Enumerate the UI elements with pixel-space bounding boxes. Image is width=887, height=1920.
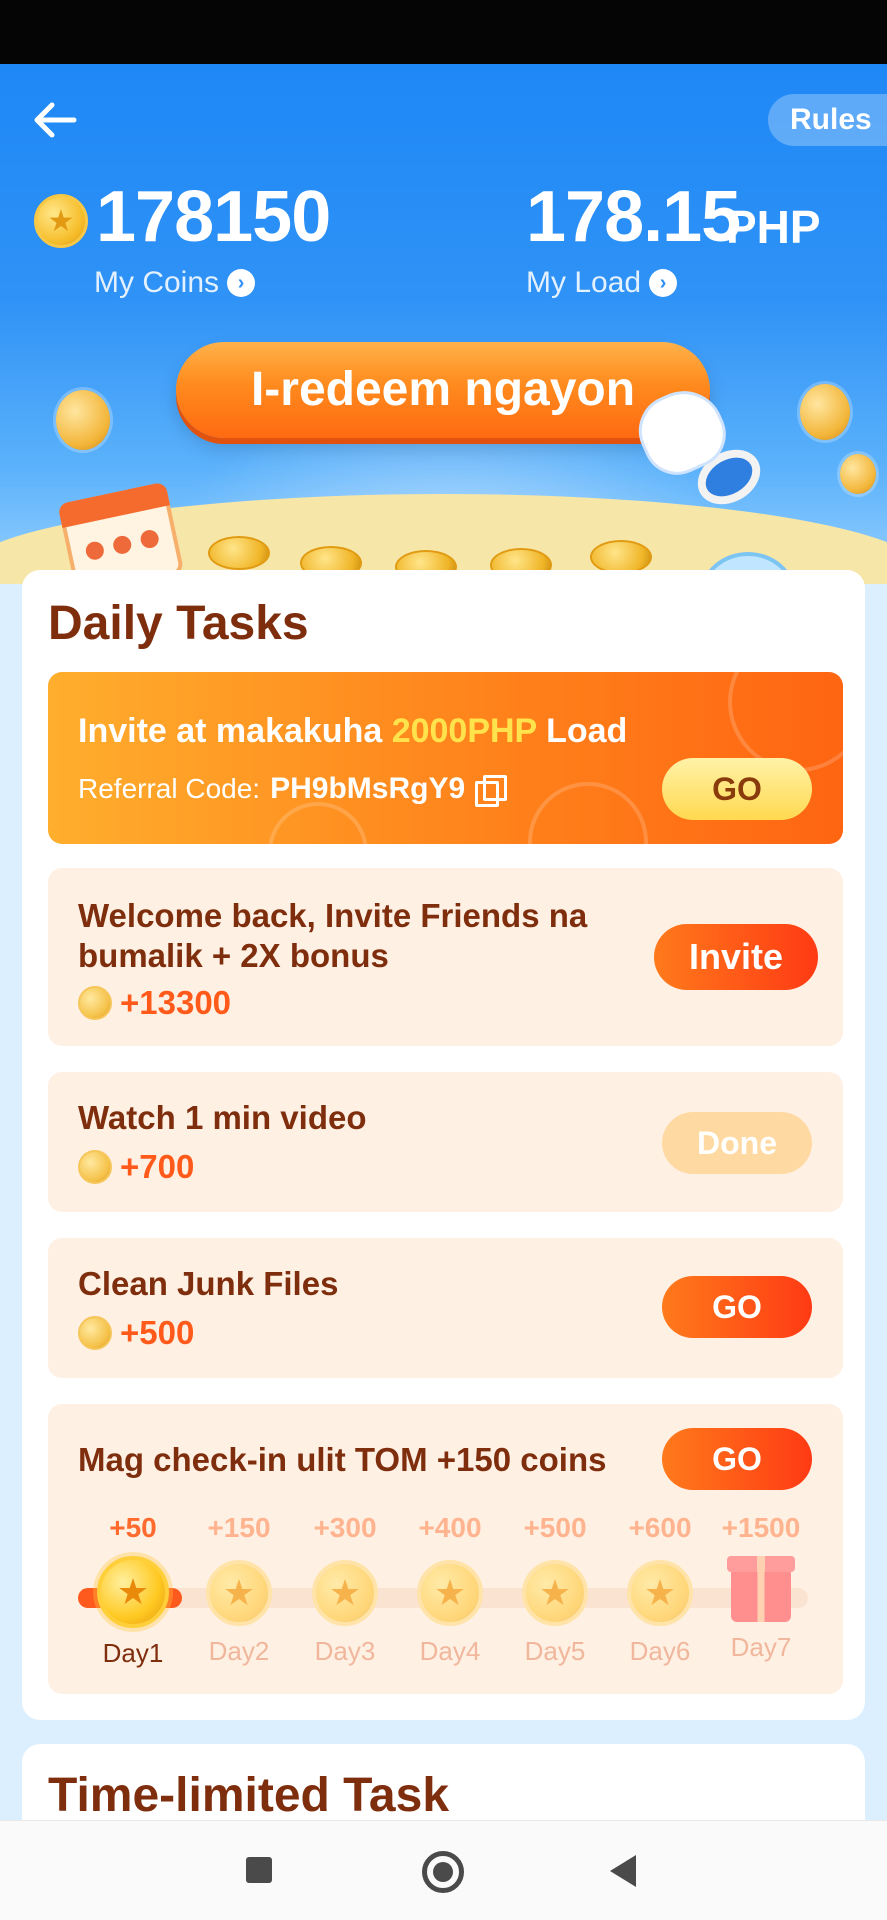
rules-button[interactable]: Rules [768, 94, 887, 146]
clean-junk-go-button[interactable]: GO [662, 1276, 812, 1338]
day-label: Day2 [208, 1636, 270, 1666]
coin-pile-decoration [208, 536, 270, 570]
load-currency: PHP [726, 201, 821, 253]
star-coin-icon: ★ [206, 1560, 272, 1626]
task-reward: +700 [78, 1148, 194, 1186]
invite-button[interactable]: Invite [654, 924, 818, 990]
coin-pile-decoration [590, 540, 652, 574]
day-label: Day7 [730, 1632, 792, 1662]
task-reward: +13300 [78, 984, 231, 1022]
flying-coin-decoration [800, 384, 850, 440]
task-invite-friends: Welcome back, Invite Friends na bumalik … [48, 868, 843, 1046]
task-title-line1: Welcome back, Invite Friends na [78, 897, 588, 934]
day-label: Day4 [419, 1636, 481, 1666]
system-nav-bar [0, 1820, 887, 1920]
task-title-line2: bumalik + 2X bonus [78, 937, 389, 974]
day-reward: +1500 [721, 1512, 801, 1543]
reward-amount: +13300 [120, 984, 232, 1021]
coins-balance: 178150 [96, 177, 331, 257]
hero-header [0, 64, 887, 584]
day-label: Day1 [102, 1638, 164, 1668]
flying-coin-decoration [840, 454, 876, 494]
checkin-day: +50 ★ Day1 [78, 1512, 188, 1669]
copy-icon[interactable] [475, 775, 508, 807]
day-reward: +400 [418, 1512, 482, 1543]
task-watch-video: Watch 1 min video +700 Done [48, 1072, 843, 1212]
reward-amount: +500 [120, 1314, 195, 1351]
coin-icon [78, 986, 112, 1020]
day-reward: +600 [628, 1512, 692, 1543]
recent-apps-button[interactable] [246, 1857, 272, 1883]
task-clean-junk: Clean Junk Files +500 GO [48, 1238, 843, 1378]
my-coins-link[interactable]: My Coins › [94, 266, 256, 300]
star-coin-icon: ★ [522, 1560, 588, 1626]
checkin-day: +150 ★ Day2 [184, 1512, 294, 1667]
coin-icon [78, 1150, 112, 1184]
task-title: Watch 1 min video [78, 1099, 367, 1136]
gift-icon [727, 1556, 795, 1622]
invite-title-text: Invite at makakuha [78, 712, 392, 750]
back-button[interactable] [30, 100, 78, 140]
reward-amount: +700 [120, 1148, 195, 1185]
invite-banner-title: Invite at makakuha 2000PHP Load [78, 712, 627, 751]
chevron-right-icon: › [649, 269, 678, 297]
load-balance: 178.15 [526, 177, 741, 257]
daily-tasks-title: Daily Tasks [48, 597, 309, 650]
redeem-now-button[interactable]: I-redeem ngayon [176, 342, 710, 438]
referral-label: Referral Code: [78, 773, 261, 804]
checkin-day: +300 ★ Day3 [290, 1512, 400, 1667]
status-bar [0, 0, 887, 64]
checkin-day: +400 ★ Day4 [395, 1512, 505, 1667]
day-label: Day3 [314, 1636, 376, 1666]
day-reward: +50 [109, 1512, 157, 1543]
my-coins-label: My Coins [94, 266, 220, 299]
my-load-link[interactable]: My Load › [526, 266, 678, 300]
invite-amount-highlight: 2000PHP [391, 712, 537, 750]
day-reward: +500 [523, 1512, 587, 1543]
day-label: Day6 [629, 1636, 691, 1666]
star-coin-icon: ★ [627, 1560, 693, 1626]
star-coin-icon: ★ [417, 1560, 483, 1626]
coin-icon [78, 1316, 112, 1350]
checkin-title: Mag check-in ulit TOM +150 coins [78, 1441, 607, 1478]
referral-code: PH9bMsRgY9 [270, 772, 466, 805]
chevron-right-icon: › [227, 269, 256, 297]
done-button[interactable]: Done [662, 1112, 812, 1174]
star-coin-icon: ★ [312, 1560, 378, 1626]
day-reward: +150 [207, 1512, 271, 1543]
invite-banner: Invite at makakuha 2000PHP Load Referral… [48, 672, 843, 844]
checkin-day: +600 ★ Day6 [605, 1512, 715, 1667]
task-title: Welcome back, Invite Friends na bumalik … [78, 896, 587, 976]
referral-row: Referral Code: PH9bMsRgY9 [78, 772, 508, 807]
checkin-day: +500 ★ Day5 [500, 1512, 610, 1667]
my-load-label: My Load [526, 266, 642, 299]
flying-coin-decoration [56, 390, 110, 450]
invite-title-suffix: Load [536, 712, 628, 750]
day-label: Day5 [524, 1636, 586, 1666]
system-back-button[interactable] [610, 1855, 636, 1887]
checkin-day: +1500 Day7 [706, 1512, 816, 1663]
checkin-go-button[interactable]: GO [662, 1428, 812, 1490]
day-reward: +300 [313, 1512, 377, 1543]
time-limited-title: Time-limited Task [48, 1769, 450, 1822]
calendar-decoration [57, 481, 185, 584]
star-coin-icon: ★ [97, 1556, 169, 1628]
home-button[interactable] [422, 1851, 464, 1893]
invite-go-button[interactable]: GO [662, 758, 812, 820]
task-title: Clean Junk Files [78, 1265, 339, 1302]
coin-icon: ★ [34, 194, 88, 248]
task-reward: +500 [78, 1314, 194, 1352]
back-arrow-icon [34, 102, 77, 138]
